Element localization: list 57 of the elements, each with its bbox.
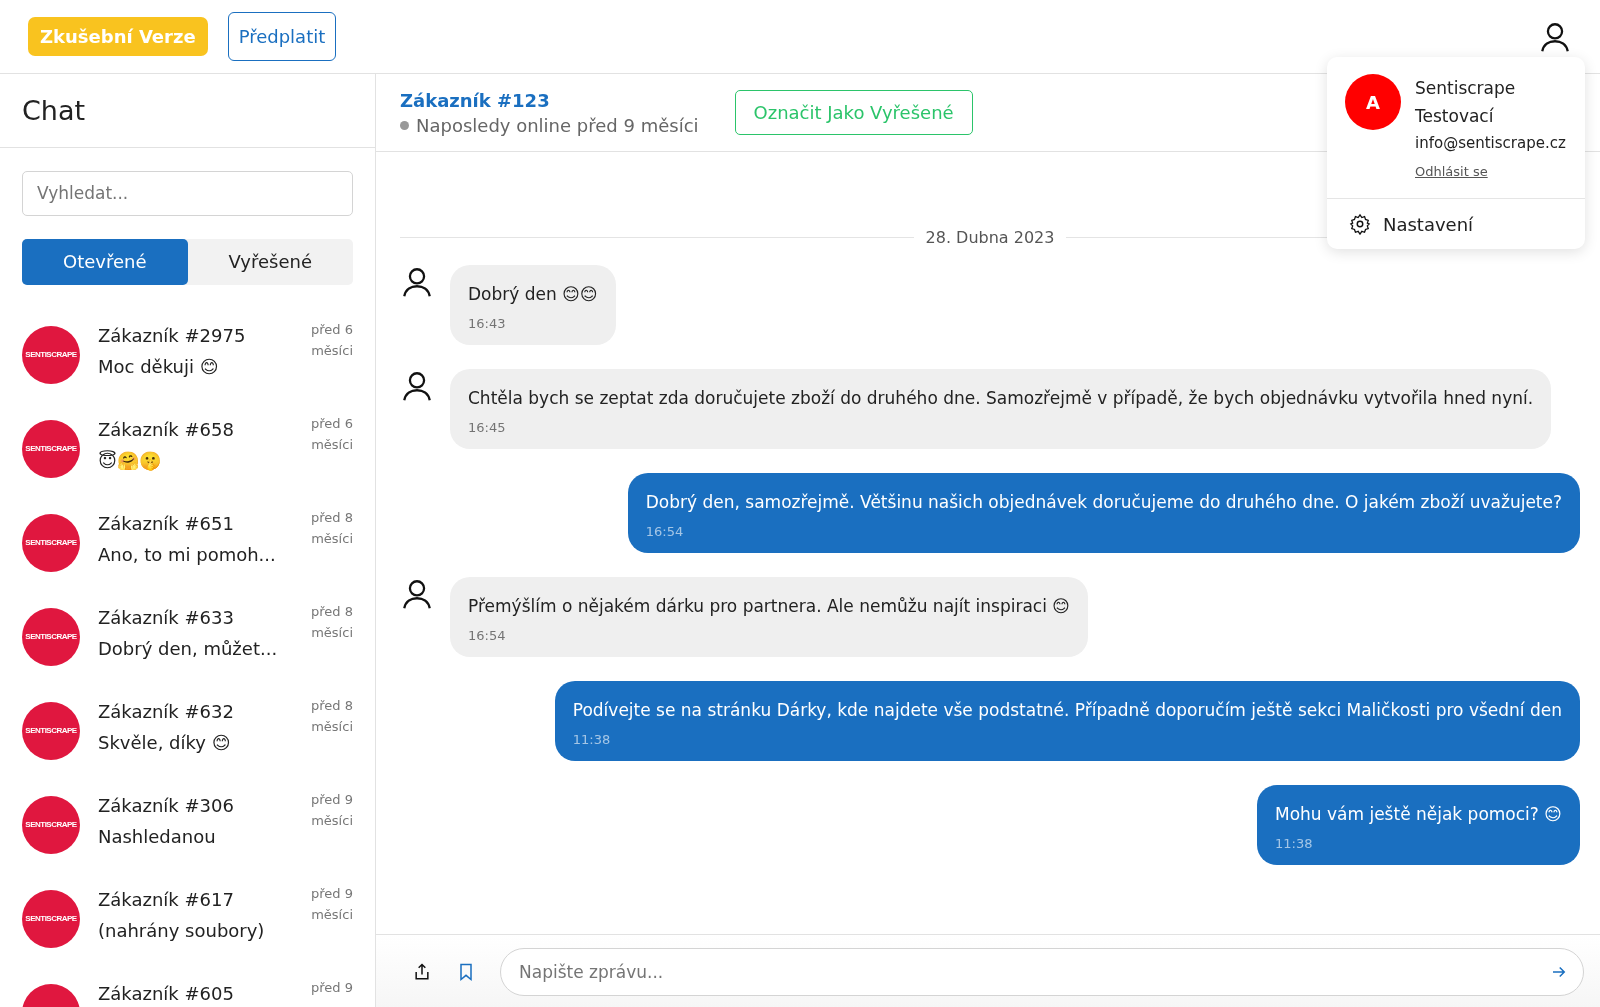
share-icon[interactable] <box>412 961 432 982</box>
message-preview: Nashledanou <box>98 825 217 847</box>
message-preview: Moc děkuji 😊 <box>98 355 220 377</box>
message-bubble: Podívejte se na stránku Dárky, kde najdete vše podstatné. Případně doporučím ještě sekci Maličkosti pro všední den 11:38 <box>554 681 1580 761</box>
customer-name[interactable]: Zákazník #658 <box>98 418 293 440</box>
conversation-time: před 8 měsíci <box>310 602 353 642</box>
message-bubble: Přemýšlím o nějakém dárku pro partnera. Ale nemůžu najít inspiraci 😊 16:54 <box>450 577 1089 657</box>
avatar-logo[interactable]: SENTISCRAPE <box>22 889 80 948</box>
avatar-logo[interactable]: SENTISCRAPE <box>22 513 80 572</box>
search-field[interactable]: Vyhledat... <box>22 170 353 216</box>
conversation-time: před 9 <box>310 978 353 997</box>
sidebar-title: Chat <box>22 94 86 126</box>
message-bubble: Dobrý den 😊😊 16:43 <box>450 265 616 345</box>
message-preview: Ano, to mi pomoh... <box>98 543 277 565</box>
customer-name[interactable]: Zákazník #306 <box>98 794 293 816</box>
trial-badge: Zkušební Verze <box>28 17 208 56</box>
avatar-logo[interactable]: SENTISCRAPE <box>22 701 80 760</box>
user-avatar: A <box>1345 74 1401 130</box>
customer-name[interactable]: Zákazník #2975 <box>98 324 293 346</box>
logout-link[interactable]: Odhlásit se <box>1415 164 1488 179</box>
customer-name[interactable]: Zákazník #605 <box>98 982 293 1004</box>
message-input[interactable]: Napište zprávu... <box>500 947 1584 996</box>
last-online-text: Naposledy online před 9 měsíci <box>416 114 699 136</box>
message-preview: Dobrý den, můžet... <box>98 637 279 659</box>
conversation-time: před 9 měsíci <box>310 790 353 830</box>
message-preview: Skvěle, díky 😊 <box>98 731 232 753</box>
customer-name[interactable]: Zákazník #617 <box>98 888 293 910</box>
message-preview: 😇🤗🤫 <box>98 449 162 471</box>
gear-icon <box>1349 213 1371 235</box>
subscribe-button[interactable]: Předplatit <box>227 12 337 61</box>
conversation-time: před 8 měsíci <box>310 696 353 736</box>
date-divider: 28. Dubna 2023 <box>925 228 1055 247</box>
customer-name[interactable]: Zákazník #632 <box>98 700 293 722</box>
user-icon <box>400 577 434 611</box>
customer-name[interactable]: Zákazník #633 <box>98 606 293 628</box>
conversation-time: před 6 měsíci <box>310 414 353 454</box>
customer-name[interactable]: Zákazník #651 <box>98 512 293 534</box>
user-email: info@sentiscrape.cz <box>1415 134 1567 152</box>
message-preview: (nahrány soubory) <box>98 919 266 941</box>
filter-tab[interactable]: Vyřešené <box>187 238 353 285</box>
avatar-logo[interactable]: SENTISCRAPE <box>22 795 80 854</box>
avatar-logo[interactable]: SENTISCRAPE <box>22 325 80 384</box>
settings-menu-item[interactable]: Nastavení <box>1327 199 1585 249</box>
avatar-logo[interactable]: SENTISCRAPE <box>22 419 80 478</box>
message-bubble: Dobrý den, samozřejmě. Většinu našich objednávek doručujeme do druhého dne. O jakém zboží uvažujete? 16:54 <box>627 473 1580 553</box>
conversation-time: před 9 měsíci <box>310 884 353 924</box>
user-icon <box>400 369 434 403</box>
message-bubble: Mohu vám ještě nějak pomoci? 😊 11:38 <box>1256 785 1580 865</box>
avatar-logo[interactable]: SENTISCRAPE <box>22 607 80 666</box>
user-icon <box>400 265 434 299</box>
user-name: Sentiscrape Testovací <box>1415 77 1517 128</box>
message-bubble: Chtěla bych se zeptat zda doručujete zboží do druhého dne. Samozřejmě v případě, že bych objednávku vytvořila hned nyní. 16:45 <box>450 369 1552 449</box>
status-dot <box>400 120 409 130</box>
conversation-time: před 8 měsíci <box>310 508 353 548</box>
filter-tab[interactable]: Otevřené <box>22 238 188 285</box>
conversation-time: před 6 měsíci <box>310 320 353 360</box>
customer-name[interactable]: Zákazník #123 <box>400 89 699 111</box>
